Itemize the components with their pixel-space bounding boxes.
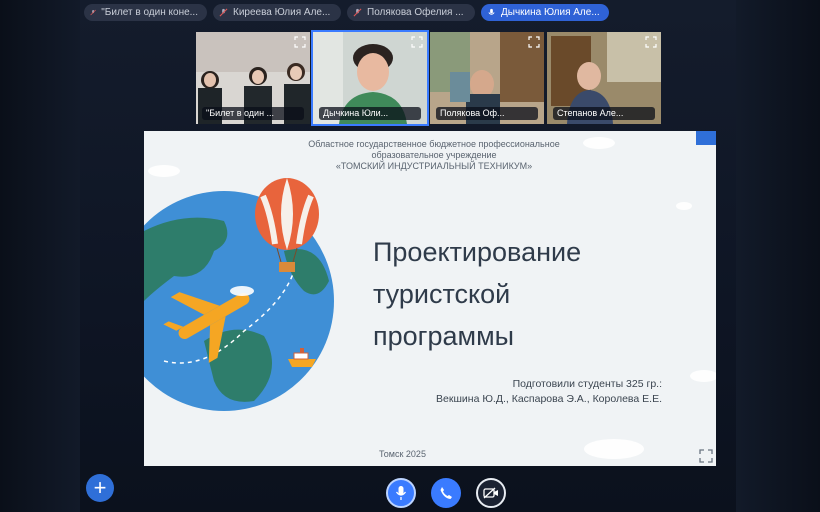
fullscreen-icon[interactable] bbox=[699, 449, 713, 463]
microphone-button[interactable] bbox=[386, 478, 416, 508]
mic-off-icon bbox=[90, 9, 96, 16]
participant-tab[interactable]: "Билет в один коне... bbox=[84, 4, 207, 21]
slide-authors-line: Подготовили студенты 325 гр.: bbox=[512, 378, 662, 390]
expand-icon[interactable] bbox=[645, 36, 657, 48]
slide-authors-line: Векшина Ю.Д., Каспарова Э.А., Королева Е… bbox=[436, 393, 662, 405]
mic-icon bbox=[488, 8, 495, 15]
shared-slide: Областное государственное бюджетное проф… bbox=[144, 131, 716, 466]
camera-button[interactable] bbox=[476, 478, 506, 508]
slide-title-line: Проектирование bbox=[373, 237, 582, 267]
monitor-bezel-right bbox=[736, 0, 820, 512]
expand-icon[interactable] bbox=[411, 36, 423, 48]
participant-tab-label: Дычкина Юлия Але... bbox=[501, 7, 600, 18]
slide-authors: Подготовили студенты 325 гр.: Векшина Ю.… bbox=[412, 377, 662, 407]
participant-tab-label: Киреева Юлия Але... bbox=[233, 7, 331, 18]
video-tile-active[interactable]: Дычкина Юли... bbox=[311, 30, 429, 126]
video-tile-label: Степанов Але... bbox=[553, 107, 655, 120]
slide-header-line: Областное государственное бюджетное проф… bbox=[308, 139, 560, 149]
participant-tab-label: "Билет в один коне... bbox=[101, 7, 198, 18]
video-tile-label: Полякова Оф... bbox=[436, 107, 538, 120]
slide-header: Областное государственное бюджетное проф… bbox=[284, 139, 584, 172]
conference-screen: "Билет в один коне... Киреева Юлия Але..… bbox=[0, 0, 820, 512]
microphone-icon bbox=[395, 486, 407, 500]
expand-icon[interactable] bbox=[528, 36, 540, 48]
slide-header-line: образовательное учреждение bbox=[371, 150, 497, 160]
video-tile-label: "Билет в один ... bbox=[202, 107, 304, 120]
slide-title-line: программы bbox=[373, 321, 515, 351]
video-tile[interactable]: Степанов Але... bbox=[547, 32, 661, 124]
end-call-button[interactable] bbox=[431, 478, 461, 508]
slide-title: Проектирование туристской программы bbox=[373, 231, 581, 357]
video-tile-label: Дычкина Юли... bbox=[319, 107, 421, 120]
phone-icon bbox=[440, 487, 452, 499]
slide-title-line: туристской bbox=[373, 279, 511, 309]
mic-off-icon bbox=[353, 8, 362, 17]
video-tile[interactable]: Полякова Оф... bbox=[430, 32, 544, 124]
video-tiles: "Билет в один ... Дычкина Юли... Поляков… bbox=[196, 30, 661, 126]
participant-tab[interactable]: Полякова Офелия ... bbox=[347, 4, 475, 21]
balloon-icon bbox=[255, 178, 319, 272]
camera-off-icon bbox=[483, 487, 498, 499]
expand-icon[interactable] bbox=[294, 36, 306, 48]
participant-tab-active[interactable]: Дычкина Юлия Але... bbox=[481, 4, 609, 21]
slide-city-year: Томск 2025 bbox=[379, 449, 426, 459]
monitor-bezel-left bbox=[0, 0, 80, 512]
video-tile[interactable]: "Билет в один ... bbox=[196, 32, 310, 124]
add-button[interactable]: + bbox=[86, 474, 114, 502]
participant-tab-label: Полякова Офелия ... bbox=[367, 7, 464, 18]
participant-tabs: "Билет в один коне... Киреева Юлия Але..… bbox=[84, 4, 609, 22]
participant-tab[interactable]: Киреева Юлия Але... bbox=[213, 4, 341, 21]
slide-corner-tab[interactable] bbox=[696, 131, 716, 145]
mic-off-icon bbox=[219, 8, 228, 17]
